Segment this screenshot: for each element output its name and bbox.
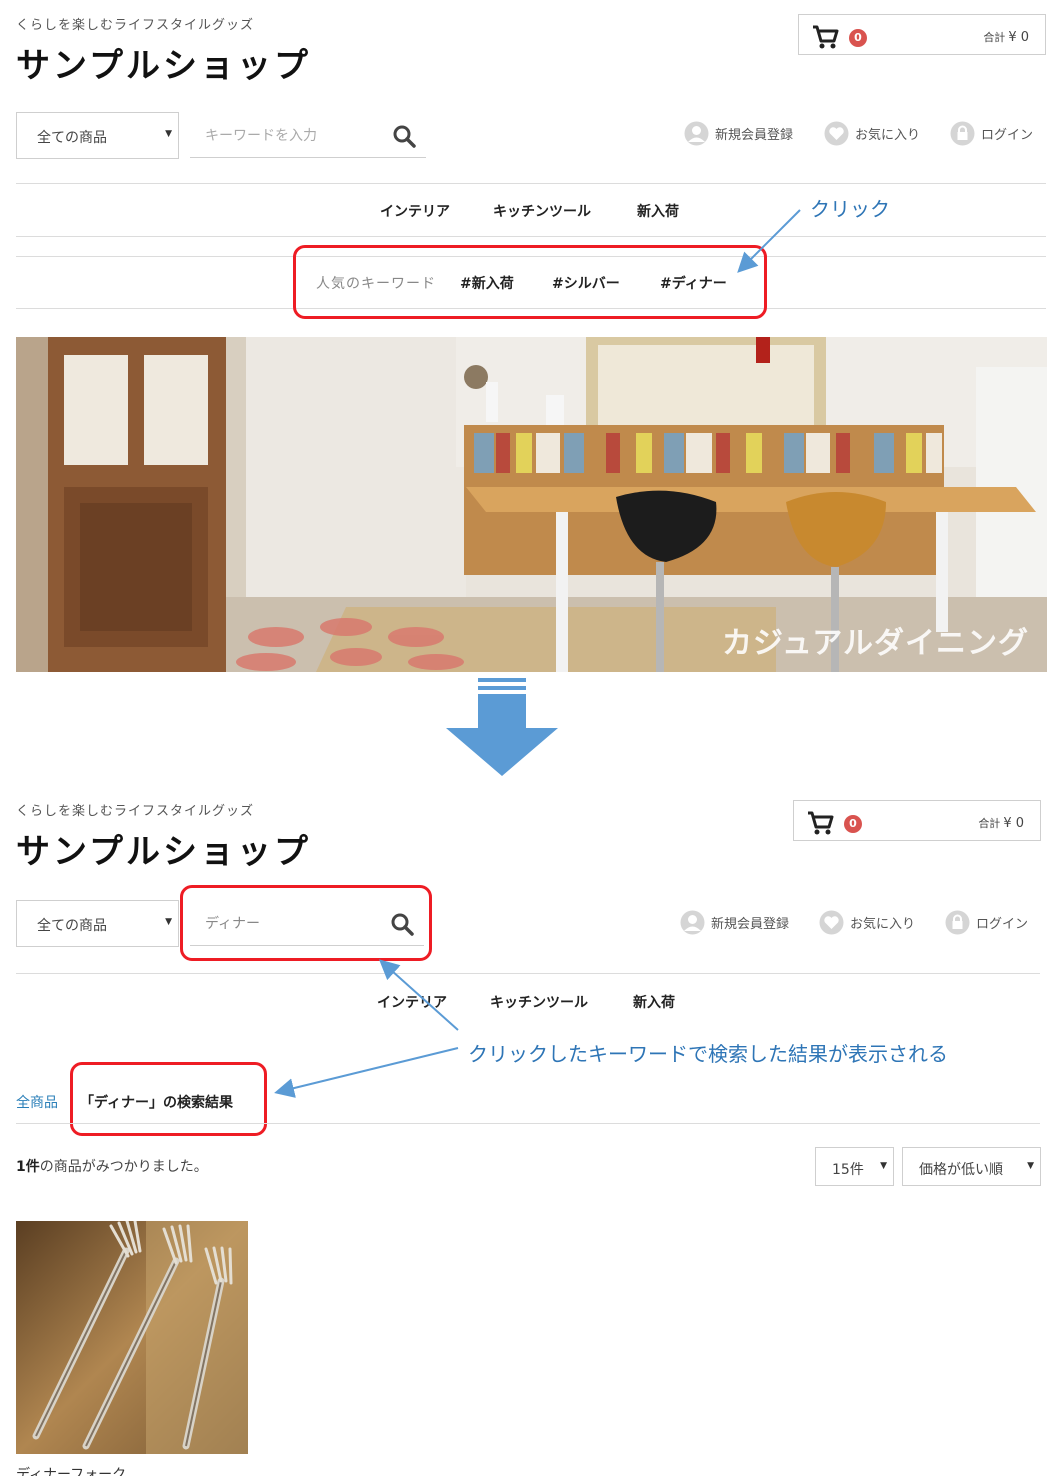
arrow-to-search <box>379 959 459 1031</box>
divider <box>16 1123 1040 1124</box>
highlight-breadcrumb <box>70 1062 267 1136</box>
result-count: 1件の商品がみつかりました。 <box>16 1159 208 1175</box>
product-name[interactable]: ディナーフォーク <box>16 1464 126 1476</box>
arrow-to-breadcrumb <box>274 1047 459 1098</box>
per-page-select[interactable]: 15件 ▼ <box>815 1147 894 1186</box>
breadcrumb-all-products[interactable]: 全商品 <box>16 1092 58 1112</box>
fork-image <box>16 1221 248 1454</box>
chevron-down-icon: ▼ <box>880 1161 887 1171</box>
sort-select[interactable]: 価格が低い順 ▼ <box>902 1147 1041 1186</box>
product-image[interactable] <box>16 1221 248 1454</box>
arrow-to-keyword <box>737 209 801 273</box>
chevron-down-icon: ▼ <box>1027 1161 1034 1171</box>
annotation-result: クリックしたキーワードで検索した結果が表示される <box>468 1042 948 1066</box>
